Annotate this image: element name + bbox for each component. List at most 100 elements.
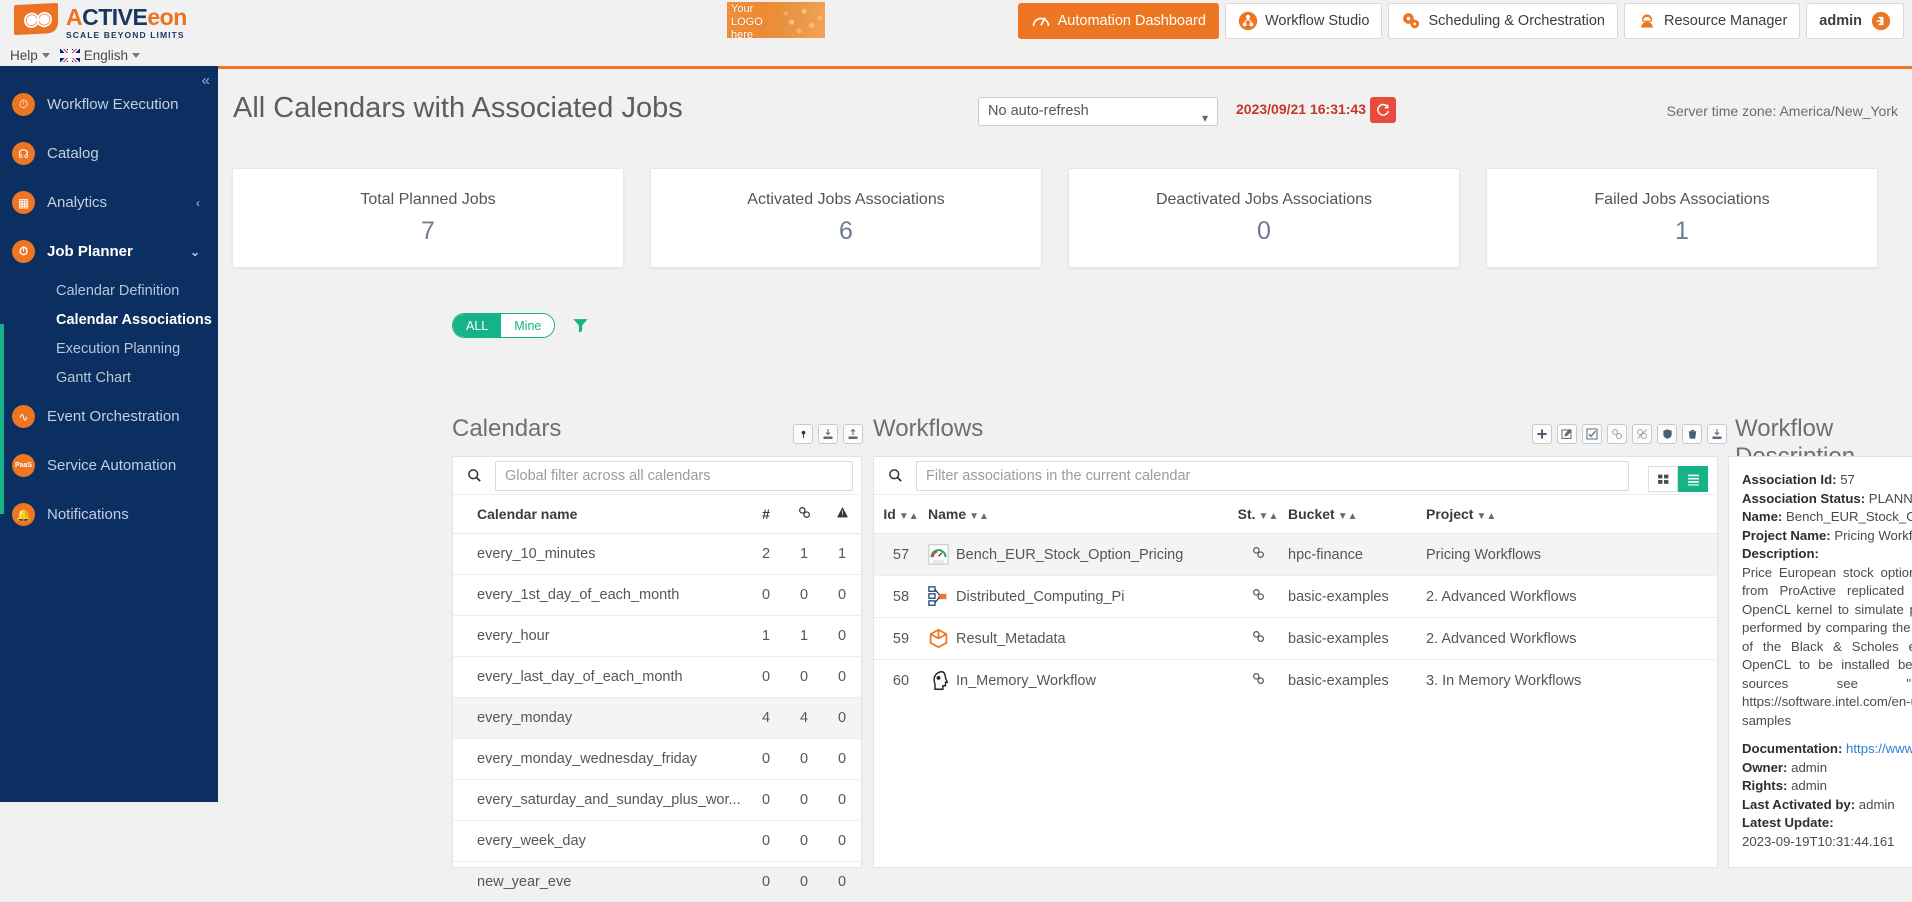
cell-status xyxy=(1228,618,1288,660)
col-count[interactable]: # xyxy=(747,495,785,534)
language-menu[interactable]: English xyxy=(60,48,140,63)
table-row[interactable]: every_monday_wednesday_friday000 xyxy=(453,739,861,780)
tab-resource-manager[interactable]: Resource Manager xyxy=(1624,3,1800,39)
association-id-row: Association Id: 57 xyxy=(1742,471,1912,490)
sidebar-item-label: Job Planner xyxy=(47,243,133,260)
table-row[interactable]: every_1st_day_of_each_month000 xyxy=(453,575,861,616)
owner-row: Owner: admin xyxy=(1742,759,1912,778)
cell-project: 2. Advanced Workflows xyxy=(1426,618,1717,660)
scope-all-button[interactable]: ALL xyxy=(453,314,501,337)
add-icon[interactable] xyxy=(1532,424,1552,444)
cell-count: 1 xyxy=(747,616,785,657)
tab-automation-dashboard[interactable]: Automation Dashboard xyxy=(1018,3,1219,39)
workflows-search-row xyxy=(874,457,1717,495)
cell-name: Distributed_Computing_Pi xyxy=(928,576,1228,618)
auto-refresh-select[interactable]: No auto-refresh ▾ xyxy=(978,97,1218,126)
col-name[interactable]: Name▼▲ xyxy=(928,495,1228,534)
refresh-button[interactable] xyxy=(1370,97,1396,123)
link-icon[interactable] xyxy=(1607,424,1627,444)
kpi-label: Failed Jobs Associations xyxy=(1594,191,1769,209)
calendars-search-input[interactable] xyxy=(495,461,853,491)
table-row[interactable]: 57 Bench_EUR_Stock_Option_Pricing hpc-fi… xyxy=(874,534,1717,576)
col-status[interactable]: St.▼▲ xyxy=(1228,495,1288,534)
shield-icon[interactable] xyxy=(1657,424,1677,444)
delete-icon[interactable] xyxy=(1682,424,1702,444)
kpi-label: Deactivated Jobs Associations xyxy=(1156,191,1372,209)
workflows-search-input[interactable] xyxy=(916,461,1629,491)
sidebar-item-calendar-associations[interactable]: Calendar Associations xyxy=(0,305,218,334)
import-icon[interactable] xyxy=(818,424,838,444)
cell-assoc: 0 xyxy=(785,780,823,821)
catalog-icon: ☊ xyxy=(12,142,35,165)
last-activated-value: admin xyxy=(1859,797,1895,812)
table-row[interactable]: new_year_eve000 xyxy=(453,862,861,902)
documentation-label: Documentation: xyxy=(1742,741,1842,756)
col-project[interactable]: Project▼▲ xyxy=(1426,495,1717,534)
table-row[interactable]: every_week_day000 xyxy=(453,821,861,862)
sidebar-item-gantt-chart[interactable]: Gantt Chart xyxy=(0,363,218,392)
calendars-panel-title: Calendars xyxy=(452,415,561,443)
sidebar-item-calendar-definition[interactable]: Calendar Definition xyxy=(0,276,218,305)
sidebar-item-catalog[interactable]: ☊ Catalog xyxy=(0,129,218,178)
logout-icon xyxy=(1871,11,1891,31)
cell-assoc: 0 xyxy=(785,821,823,862)
kpi-value: 6 xyxy=(839,217,853,246)
col-name-label: Name xyxy=(928,506,966,522)
kpi-card-activated-jobs-associations: Activated Jobs Associations 6 xyxy=(650,168,1042,268)
brand-logo[interactable]: ◉◉ ACTIVEeon SCALE BEYOND LIMITS xyxy=(14,4,187,40)
col-bucket[interactable]: Bucket▼▲ xyxy=(1288,495,1426,534)
edit-icon[interactable] xyxy=(1557,424,1577,444)
bell-icon: 🔔 xyxy=(12,503,35,526)
calendars-table-header: Calendar name # xyxy=(453,495,861,534)
funnel-icon[interactable] xyxy=(571,316,590,335)
sidebar-item-job-planner[interactable]: ⏱ Job Planner ⌄ xyxy=(0,227,218,276)
table-row[interactable]: 58 Distributed_Computing_Pi basic-exampl… xyxy=(874,576,1717,618)
sidebar-item-service-automation[interactable]: PaaS Service Automation xyxy=(0,441,218,490)
cell-assoc: 0 xyxy=(785,657,823,698)
brand-a: A xyxy=(66,4,82,30)
gauge-icon xyxy=(1031,11,1051,31)
unlink-icon[interactable] xyxy=(1632,424,1652,444)
tab-workflow-studio[interactable]: Workflow Studio xyxy=(1225,3,1383,39)
table-row[interactable]: every_hour110 xyxy=(453,616,861,657)
calendars-search-row xyxy=(453,457,861,495)
association-status-label: Association Status: xyxy=(1742,491,1865,506)
table-row[interactable]: every_10_minutes211 xyxy=(453,534,861,575)
export-icon[interactable] xyxy=(1707,424,1727,444)
col-associations[interactable] xyxy=(785,495,823,534)
sidebar-item-workflow-execution[interactable]: ⏱ Workflow Execution xyxy=(0,80,218,129)
col-id-label: Id xyxy=(883,506,895,522)
cell-assoc: 4 xyxy=(785,698,823,739)
table-row[interactable]: every_saturday_and_sunday_plus_wor...000 xyxy=(453,780,861,821)
key-icon[interactable] xyxy=(793,424,813,444)
scope-mine-button[interactable]: Mine xyxy=(501,314,554,337)
table-row[interactable]: every_monday440 xyxy=(453,698,861,739)
sidebar-item-event-orchestration[interactable]: ∿ Event Orchestration xyxy=(0,392,218,441)
list-view-icon[interactable] xyxy=(1678,466,1708,492)
check-icon[interactable] xyxy=(1582,424,1602,444)
user-menu[interactable]: admin xyxy=(1806,3,1904,39)
col-warnings[interactable] xyxy=(823,495,861,534)
sidebar-item-notifications[interactable]: 🔔 Notifications xyxy=(0,490,218,539)
tab-scheduling-orchestration[interactable]: Scheduling & Orchestration xyxy=(1388,3,1618,39)
col-id[interactable]: Id▼▲ xyxy=(874,495,928,534)
export-icon[interactable] xyxy=(843,424,863,444)
grid-view-icon[interactable] xyxy=(1648,466,1678,492)
scope-toggle[interactable]: ALL Mine xyxy=(452,313,555,338)
cell-count: 0 xyxy=(747,821,785,862)
table-row[interactable]: 60 In_Memory_Workflow basic-examples 3. … xyxy=(874,660,1717,702)
help-menu[interactable]: Help xyxy=(10,48,50,63)
table-row[interactable]: 59 Result_Metadata basic-examples 2. Adv… xyxy=(874,618,1717,660)
cell-bucket: basic-examples xyxy=(1288,660,1426,702)
cell-warn: 0 xyxy=(823,657,861,698)
table-row[interactable]: every_last_day_of_each_month000 xyxy=(453,657,861,698)
cell-project: 2. Advanced Workflows xyxy=(1426,576,1717,618)
col-calendar-name[interactable]: Calendar name xyxy=(453,495,747,534)
owner-value: admin xyxy=(1791,760,1827,775)
workflow-description-panel: Association Id: 57 Association Status: P… xyxy=(1728,456,1912,868)
sidebar-item-execution-planning[interactable]: Execution Planning xyxy=(0,334,218,363)
pulse-icon: ∿ xyxy=(12,405,35,428)
cell-bucket: hpc-finance xyxy=(1288,534,1426,576)
sidebar-item-analytics[interactable]: ▦ Analytics ‹ xyxy=(0,178,218,227)
documentation-link[interactable]: https://www.khronos.org/opencl/ xyxy=(1846,741,1912,756)
